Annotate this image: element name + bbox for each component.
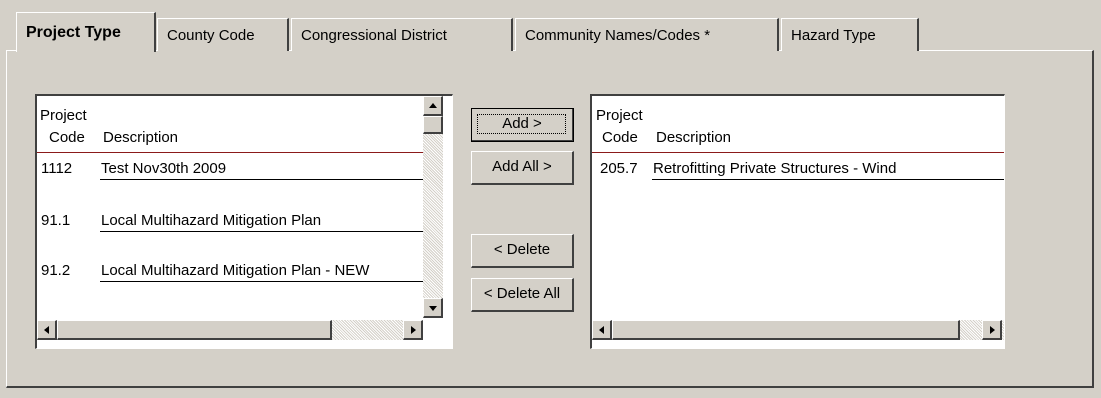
delete-all-button-label: < Delete All	[483, 285, 561, 302]
tab-congressional-district[interactable]: Congressional District	[291, 18, 513, 51]
column-header-project: Project	[596, 107, 643, 124]
row-description[interactable]: Local Multihazard Mitigation Plan	[101, 212, 321, 229]
row-underline	[100, 231, 423, 232]
tab-community-names-codes[interactable]: Community Names/Codes *	[515, 18, 779, 51]
delete-button[interactable]: < Delete	[471, 234, 574, 268]
selected-project-list[interactable]: Project Code Description 205.7 Retrofitt…	[590, 94, 1005, 349]
horizontal-scroll-thumb[interactable]	[57, 320, 332, 340]
available-project-list[interactable]: Project Code Description 1112 Test Nov30…	[35, 94, 453, 349]
row-description[interactable]: Test Nov30th 2009	[101, 160, 226, 177]
focus-indicator	[477, 114, 566, 134]
row-code[interactable]: 91.2	[41, 262, 70, 279]
delete-button-label: < Delete	[493, 241, 551, 258]
arrow-down-icon	[429, 306, 437, 311]
column-header-description: Description	[656, 129, 732, 146]
row-description[interactable]: Local Multihazard Mitigation Plan - NEW	[101, 262, 369, 279]
row-underline	[652, 179, 1004, 180]
scroll-left-button[interactable]	[592, 320, 612, 340]
scroll-up-button[interactable]	[423, 96, 443, 116]
row-underline	[100, 281, 423, 282]
row-description[interactable]: Retrofitting Private Structures - Wind	[653, 160, 896, 177]
arrow-right-icon	[411, 326, 416, 334]
column-header-code: Code	[49, 129, 85, 146]
row-code[interactable]: 1112	[41, 160, 72, 177]
vertical-scroll-thumb[interactable]	[423, 116, 443, 134]
arrow-up-icon	[429, 103, 437, 108]
row-underline	[100, 179, 423, 180]
column-header-project: Project	[40, 107, 87, 124]
header-divider	[37, 152, 423, 153]
row-code[interactable]: 205.7	[600, 160, 638, 177]
add-all-button[interactable]: Add All >	[471, 151, 574, 185]
scroll-down-button[interactable]	[423, 298, 443, 318]
scroll-right-button[interactable]	[982, 320, 1002, 340]
arrow-left-icon	[599, 326, 604, 334]
row-code[interactable]: 91.1	[41, 212, 70, 229]
scroll-left-button[interactable]	[37, 320, 57, 340]
tab-hazard-type[interactable]: Hazard Type	[781, 18, 919, 51]
arrow-right-icon	[990, 326, 995, 334]
horizontal-scroll-thumb[interactable]	[612, 320, 960, 340]
scroll-right-button[interactable]	[403, 320, 423, 340]
add-button[interactable]: Add >	[471, 108, 574, 142]
delete-all-button[interactable]: < Delete All	[471, 278, 574, 312]
add-all-button-label: Add All >	[492, 158, 552, 175]
column-header-code: Code	[602, 129, 638, 146]
column-header-description: Description	[103, 129, 179, 146]
tab-county-code[interactable]: County Code	[157, 18, 289, 51]
arrow-left-icon	[44, 326, 49, 334]
header-divider	[592, 152, 1004, 153]
tab-project-type[interactable]: Project Type	[16, 12, 156, 52]
